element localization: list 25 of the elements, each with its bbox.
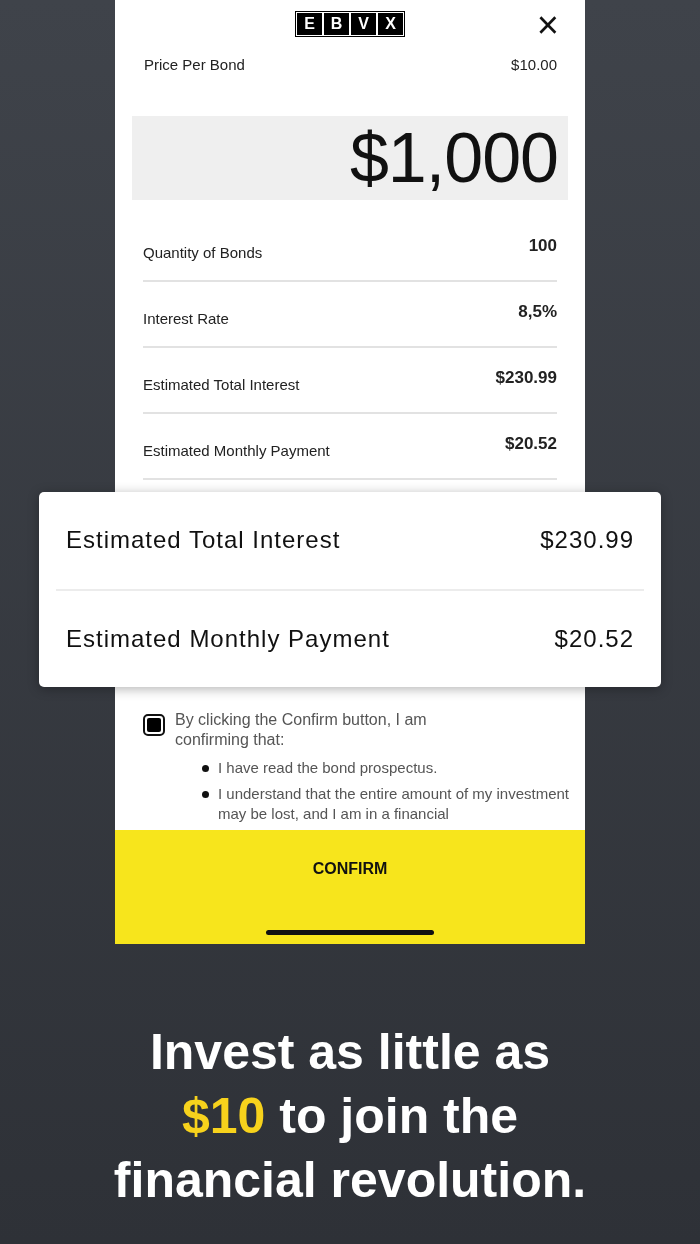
detail-label: Interest Rate [143,309,229,327]
consent-checkbox[interactable] [143,714,165,737]
detail-value: 100 [528,236,557,257]
price-label: Price Per Bond [144,55,245,75]
logo: E B V X [295,10,405,37]
highlight-value: $230.99 [540,526,634,555]
detail-value: $20.52 [505,434,557,455]
detail-value: 8,5% [518,302,557,323]
highlight-label: Estimated Total Interest [66,526,341,555]
highlight-value: $20.52 [554,624,634,653]
highlight-label: Estimated Monthly Payment [66,624,390,653]
consent-text: By clicking the Confirm button, I am confirming that: [175,710,428,751]
close-button[interactable]: × [536,6,559,44]
detail-label: Quantity of Bonds [143,243,263,261]
detail-label: Estimated Total Interest [143,375,300,393]
bullet-icon [202,791,209,799]
detail-value: $230.99 [495,368,557,389]
bullet-icon [202,765,209,773]
headline: Invest as little as $10 to join the financial revolution. [113,1023,587,1210]
consent-bullet-text: I understand that the entire amount of my investment may be lost, and I am in a financial [218,784,571,825]
confirm-button[interactable]: CONFIRM [115,830,585,944]
detail-label: Estimated Monthly Payment [143,441,330,459]
amount-field[interactable]: $1,000 [132,115,568,201]
consent-bullet-text: I have read the bond prospectus. [218,758,438,779]
price-value: $10.00 [511,55,557,75]
